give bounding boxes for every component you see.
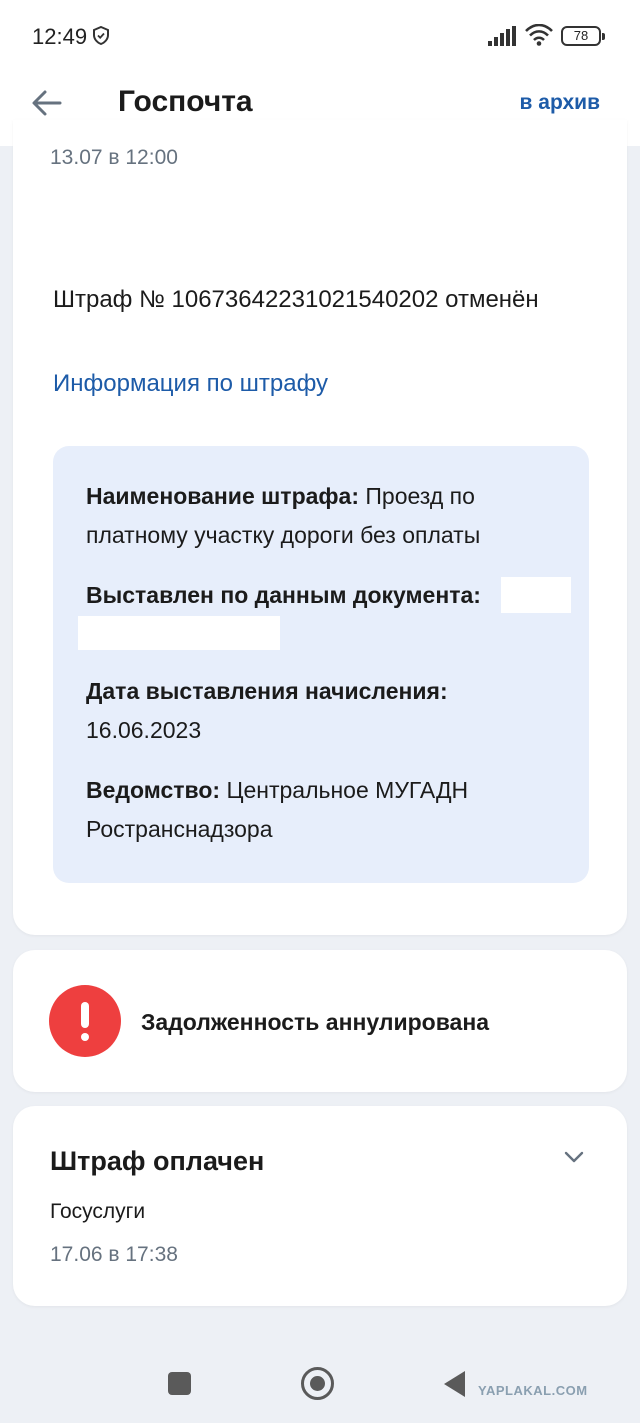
home-button[interactable]: [301, 1367, 334, 1400]
system-back-button[interactable]: [444, 1371, 465, 1397]
wifi-icon: [525, 24, 553, 46]
fine-info-link[interactable]: Информация по штрафу: [53, 370, 328, 398]
issue-date-value: 16.06.2023: [86, 717, 202, 743]
agency-row: Ведомство: Центральное МУГАДН Ространсна…: [86, 771, 566, 849]
page-title: Госпочта: [118, 85, 253, 118]
redacted-document-1: [501, 577, 571, 613]
back-arrow-icon[interactable]: [30, 88, 64, 118]
signal-icon: [488, 26, 516, 46]
debt-status-card: Задолженность аннулирована: [13, 950, 627, 1092]
recent-apps-button[interactable]: [168, 1372, 191, 1395]
agency-label: Ведомство:: [86, 777, 221, 803]
debt-status-text: Задолженность аннулирована: [141, 1009, 490, 1035]
chevron-down-icon[interactable]: [563, 1150, 585, 1164]
fine-name-label: Наименование штрафа:: [86, 483, 359, 509]
payment-date: 17.06 в 17:38: [50, 1243, 178, 1266]
document-row: Выставлен по данным документа:: [86, 576, 566, 615]
watermark: YAPLAKAL.COM: [478, 1383, 588, 1398]
fine-title: Штраф № 10673642231021540202 отменён: [53, 286, 539, 313]
document-label: Выставлен по данным документа:: [86, 582, 481, 608]
shield-icon: [93, 26, 109, 45]
fine-details-box: Наименование штрафа: Проезд по платному …: [53, 446, 589, 883]
status-bar: 12:49 78: [0, 0, 640, 72]
payment-card[interactable]: Штраф оплачен Госуслуги 17.06 в 17:38: [13, 1106, 627, 1306]
payment-title: Штраф оплачен: [50, 1146, 265, 1176]
battery-indicator: 78: [561, 26, 605, 46]
issue-date-row: Дата выставления начисления: 16.06.2023: [86, 672, 566, 750]
notice-card: 13.07 в 12:00 Штраф № 106736422310215402…: [13, 120, 627, 935]
payment-source: Госуслуги: [50, 1200, 146, 1223]
issue-date-label: Дата выставления начисления:: [86, 678, 448, 704]
redacted-document-2: [78, 616, 280, 650]
notice-date: 13.07 в 12:00: [50, 146, 178, 169]
system-nav-bar: YAPLAKAL.COM: [0, 1345, 640, 1423]
archive-button[interactable]: в архив: [520, 91, 600, 115]
exclamation-icon: [49, 985, 121, 1057]
status-time: 12:49: [32, 24, 88, 49]
fine-name-row: Наименование штрафа: Проезд по платному …: [86, 477, 566, 555]
